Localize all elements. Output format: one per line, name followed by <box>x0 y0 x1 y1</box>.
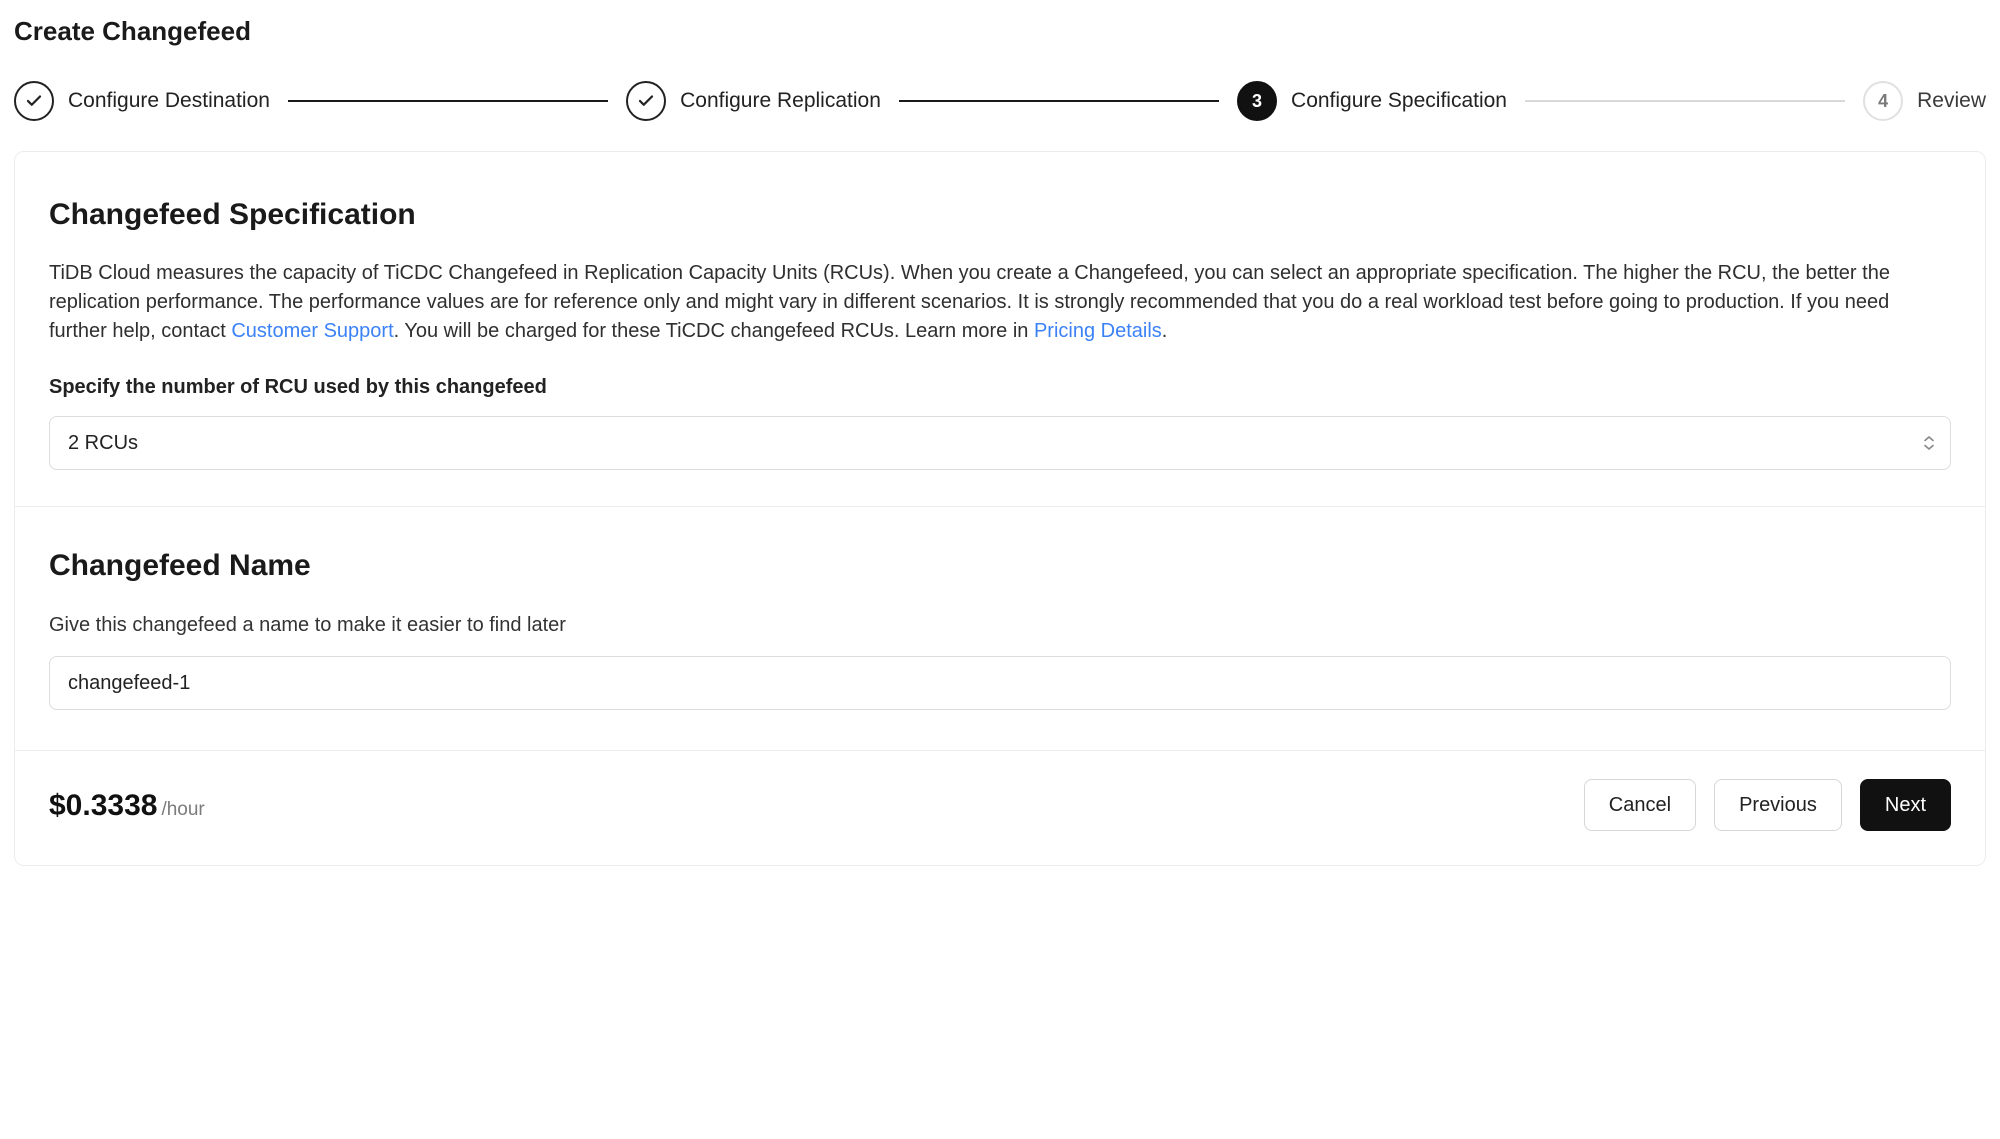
spec-description: TiDB Cloud measures the capacity of TiCD… <box>49 259 1951 346</box>
step-connector <box>288 100 608 102</box>
step-review[interactable]: 4 Review <box>1863 81 1986 121</box>
rcu-select-value: 2 RCUs <box>68 428 138 458</box>
changefeed-name-input[interactable] <box>49 656 1951 710</box>
step-label: Configure Replication <box>680 85 881 117</box>
step-number-icon: 4 <box>1863 81 1903 121</box>
checkmark-icon <box>14 81 54 121</box>
spec-desc-text: . You will be charged for these TiCDC ch… <box>394 320 1034 342</box>
step-configure-replication[interactable]: Configure Replication <box>626 81 881 121</box>
step-configure-specification[interactable]: 3 Configure Specification <box>1237 81 1507 121</box>
step-label: Configure Specification <box>1291 85 1507 117</box>
page-title: Create Changefeed <box>14 12 1986 51</box>
cancel-button[interactable]: Cancel <box>1584 779 1696 831</box>
rcu-field-label: Specify the number of RCU used by this c… <box>49 372 1951 402</box>
step-label: Configure Destination <box>68 85 270 117</box>
form-card: Changefeed Specification TiDB Cloud meas… <box>14 151 1986 866</box>
footer-actions: Cancel Previous Next <box>1584 779 1951 831</box>
footer-bar: $0.3338 /hour Cancel Previous Next <box>15 750 1985 865</box>
customer-support-link[interactable]: Customer Support <box>231 320 393 342</box>
name-title: Changefeed Name <box>49 543 1951 588</box>
step-connector <box>899 100 1219 102</box>
rcu-select[interactable]: 2 RCUs <box>49 416 1951 470</box>
price-unit: /hour <box>161 796 204 825</box>
name-sublabel: Give this changefeed a name to make it e… <box>49 610 1951 640</box>
previous-button[interactable]: Previous <box>1714 779 1842 831</box>
pricing-details-link[interactable]: Pricing Details <box>1034 320 1162 342</box>
spec-section: Changefeed Specification TiDB Cloud meas… <box>15 152 1985 506</box>
spec-desc-text: . <box>1162 320 1168 342</box>
step-configure-destination[interactable]: Configure Destination <box>14 81 270 121</box>
stepper: Configure Destination Configure Replicat… <box>14 77 1986 151</box>
name-section: Changefeed Name Give this changefeed a n… <box>15 506 1985 750</box>
price-amount: $0.3338 <box>49 783 157 828</box>
spec-title: Changefeed Specification <box>49 192 1951 237</box>
price-display: $0.3338 /hour <box>49 783 205 828</box>
step-label: Review <box>1917 85 1986 117</box>
step-number-icon: 3 <box>1237 81 1277 121</box>
next-button[interactable]: Next <box>1860 779 1951 831</box>
step-connector <box>1525 100 1845 102</box>
checkmark-icon <box>626 81 666 121</box>
